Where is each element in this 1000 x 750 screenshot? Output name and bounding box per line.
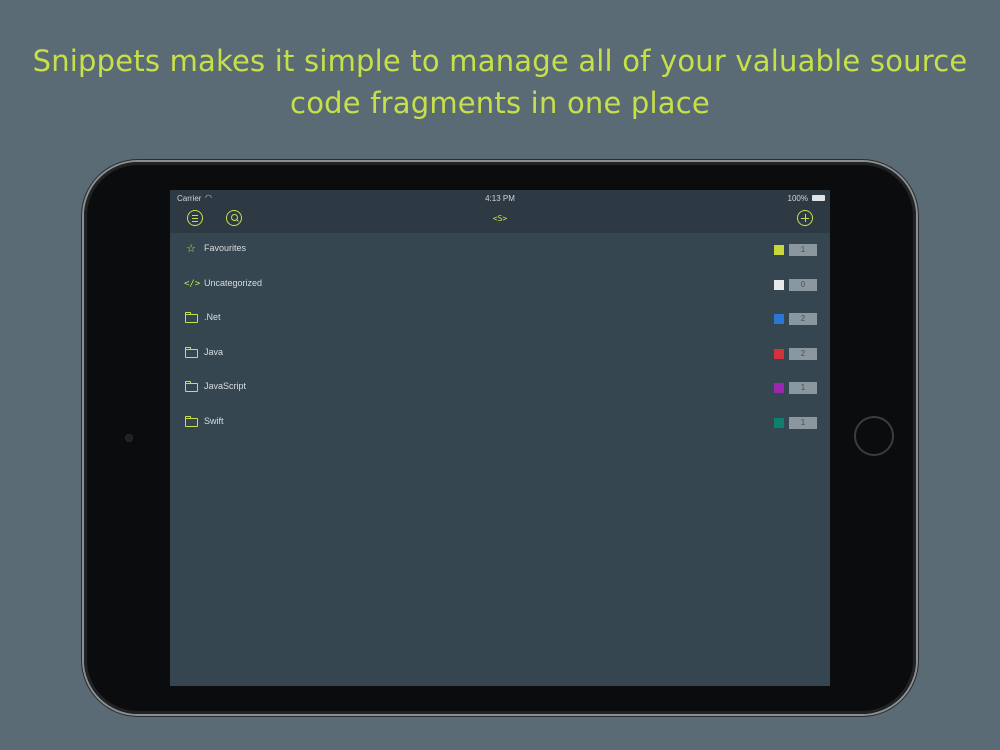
count-badge: 2 — [789, 347, 817, 360]
category-label: Java — [204, 346, 224, 357]
folder-icon — [185, 415, 198, 427]
color-swatch — [774, 383, 784, 394]
count-badge: 2 — [789, 313, 817, 326]
count-badge: 0 — [789, 278, 817, 291]
folder-icon — [185, 312, 198, 324]
category-label: JavaScript — [204, 381, 247, 392]
nav-bar: <S> — [170, 206, 830, 233]
category-row-net[interactable]: .Net 2 — [170, 302, 830, 337]
color-swatch — [774, 314, 784, 325]
category-row-uncategorized[interactable]: </> Uncategorized 0 — [170, 268, 830, 303]
folder-icon — [185, 381, 198, 393]
status-time: 4:13 PM — [485, 194, 515, 203]
category-label: Swift — [204, 415, 224, 426]
category-row-javascript[interactable]: JavaScript 1 — [170, 371, 830, 406]
count-badge: 1 — [789, 416, 817, 429]
home-button[interactable] — [854, 416, 894, 456]
headline-line-2: code fragments in one place — [290, 86, 710, 120]
battery-icon — [812, 195, 825, 201]
category-list: ☆ Favourites 1 </> Uncategorized 0 .Net … — [170, 233, 830, 441]
app-title: <S> — [492, 214, 508, 223]
color-swatch — [774, 417, 784, 428]
category-row-favourites[interactable]: ☆ Favourites 1 — [170, 233, 830, 268]
camera-icon — [125, 434, 133, 442]
category-label: Favourites — [204, 243, 247, 253]
code-icon: </> — [184, 278, 201, 289]
count-badge: 1 — [789, 382, 817, 395]
battery-percent: 100% — [787, 194, 808, 203]
category-row-java[interactable]: Java 2 — [170, 337, 830, 372]
headline-line-1: Snippets makes it simple to manage all o… — [32, 44, 968, 78]
category-row-swift[interactable]: Swift 1 — [170, 406, 830, 441]
color-swatch — [774, 245, 784, 255]
add-button[interactable] — [797, 210, 813, 226]
category-label: Uncategorized — [204, 277, 263, 288]
category-label: .Net — [204, 312, 221, 323]
color-swatch — [774, 279, 784, 290]
color-swatch — [774, 348, 784, 359]
status-bar: Carrier ◠ 4:13 PM 100% — [170, 190, 830, 206]
headline: Snippets makes it simple to manage all o… — [0, 40, 1000, 124]
folder-icon — [185, 346, 198, 358]
star-icon: ☆ — [186, 242, 196, 255]
count-badge: 1 — [789, 244, 817, 256]
app-screen: Carrier ◠ 4:13 PM 100% <S> ☆ Favourites … — [170, 190, 830, 686]
